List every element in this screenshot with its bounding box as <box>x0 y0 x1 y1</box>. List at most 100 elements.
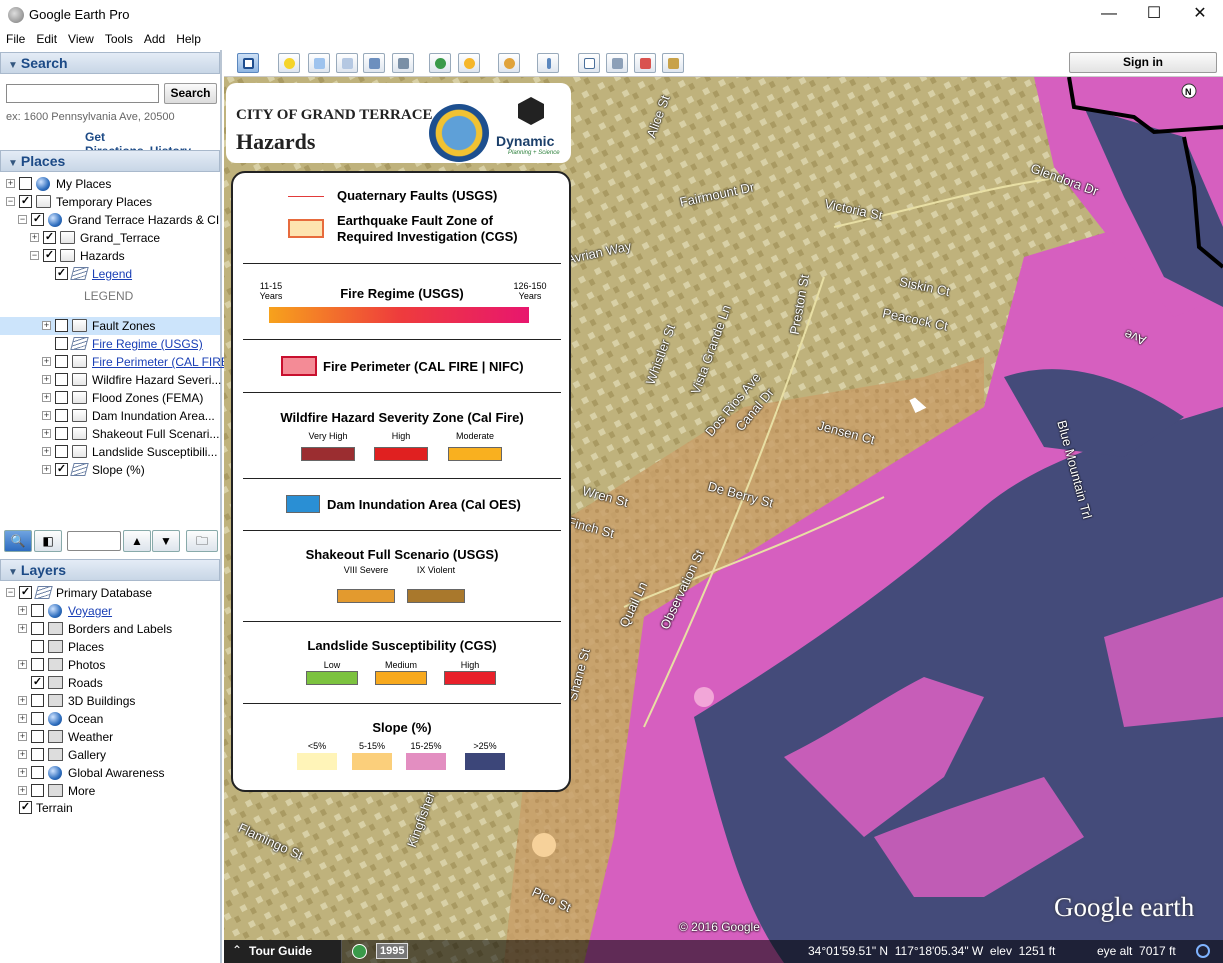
places-item[interactable]: + Fire Perimeter (CAL FIRE <box>0 353 229 371</box>
visibility-checkbox[interactable] <box>31 658 44 671</box>
move-down-button[interactable]: ▼ <box>152 530 180 552</box>
visibility-checkbox[interactable] <box>55 445 68 458</box>
expand-icon[interactable]: + <box>18 660 27 669</box>
search-input[interactable] <box>6 84 159 103</box>
places-item[interactable]: + My Places <box>0 175 220 193</box>
visibility-checkbox[interactable] <box>55 337 68 350</box>
historical-imagery-button[interactable] <box>429 53 451 73</box>
layers-panel-header[interactable]: ▼ Layers <box>0 559 220 581</box>
expand-icon[interactable]: + <box>18 624 27 633</box>
visibility-checkbox[interactable] <box>19 177 32 190</box>
add-placemark-button[interactable] <box>278 53 300 73</box>
add-path-button[interactable] <box>336 53 358 73</box>
record-tour-button[interactable] <box>392 53 414 73</box>
menu-file[interactable]: File <box>0 30 30 46</box>
layers-item[interactable]: + Voyager <box>0 602 220 620</box>
visibility-checkbox[interactable]: ✓ <box>19 586 32 599</box>
search-button[interactable]: Search <box>164 83 217 104</box>
add-polygon-button[interactable] <box>308 53 330 73</box>
expand-icon[interactable]: + <box>30 233 39 242</box>
visibility-checkbox[interactable] <box>31 622 44 635</box>
collapse-icon[interactable]: − <box>18 215 27 224</box>
visibility-checkbox[interactable] <box>31 730 44 743</box>
places-item[interactable]: Fire Regime (USGS) <box>0 335 220 353</box>
historical-clock-icon[interactable] <box>352 944 367 959</box>
search-panel-header[interactable]: ▼ Search <box>0 52 220 74</box>
menu-view[interactable]: View <box>62 30 99 46</box>
expand-icon[interactable]: + <box>42 393 51 402</box>
expand-icon[interactable]: + <box>18 750 27 759</box>
places-item[interactable]: − ✓ Grand Terrace Hazards & CI <box>0 211 220 229</box>
visibility-checkbox[interactable] <box>55 319 68 332</box>
places-item[interactable]: + ✓ Slope (%) <box>0 461 220 479</box>
save-image-button[interactable] <box>662 53 684 73</box>
menu-tools[interactable]: Tools <box>99 30 138 46</box>
places-item[interactable]: + Dam Inundation Area... <box>0 407 220 425</box>
places-item[interactable]: + Wildfire Hazard Severi... <box>0 371 221 389</box>
ruler-button[interactable] <box>537 53 559 73</box>
expand-icon[interactable]: + <box>18 714 27 723</box>
expand-icon[interactable]: + <box>18 768 27 777</box>
visibility-checkbox[interactable] <box>55 373 68 386</box>
visibility-checkbox[interactable] <box>31 766 44 779</box>
toggle-panel-button[interactable]: ◧ <box>34 530 62 552</box>
menu-add[interactable]: Add <box>138 30 170 46</box>
places-filter-input[interactable] <box>67 531 121 551</box>
add-image-overlay-button[interactable] <box>363 53 385 73</box>
places-item[interactable]: ✓ Legend <box>0 265 220 283</box>
layers-item[interactable]: + Borders and Labels <box>0 620 220 638</box>
expand-icon[interactable]: + <box>42 375 51 384</box>
expand-icon[interactable]: + <box>18 696 27 705</box>
expand-icon[interactable]: + <box>42 321 51 330</box>
expand-icon[interactable]: + <box>18 786 27 795</box>
places-panel-header[interactable]: ▼ Places <box>0 150 220 172</box>
places-item[interactable]: + Flood Zones (FEMA) <box>0 389 220 407</box>
visibility-checkbox[interactable]: ✓ <box>55 267 68 280</box>
sunlight-button[interactable] <box>458 53 480 73</box>
search-places-button[interactable]: 🔍 <box>4 530 32 552</box>
places-item[interactable]: − ✓ Temporary Places <box>0 193 220 211</box>
places-item[interactable]: + ✓ Grand_Terrace <box>0 229 220 247</box>
collapse-icon[interactable]: − <box>30 251 39 260</box>
layers-item[interactable]: ✓ Terrain <box>0 799 220 817</box>
expand-icon[interactable]: + <box>42 465 51 474</box>
visibility-checkbox[interactable]: ✓ <box>19 801 32 814</box>
places-item[interactable]: LEGEND <box>0 283 220 311</box>
layers-item[interactable]: + More <box>0 782 220 800</box>
layers-item[interactable]: + Weather <box>0 728 220 746</box>
collapse-icon[interactable]: − <box>6 588 15 597</box>
minimize-button[interactable]: — <box>1086 3 1132 27</box>
layers-item[interactable]: + Ocean <box>0 710 220 728</box>
layers-item[interactable]: +3D Buildings <box>0 692 220 710</box>
places-item[interactable]: + Fault Zones <box>0 317 220 335</box>
visibility-checkbox[interactable]: ✓ <box>55 463 68 476</box>
places-item[interactable]: + Shakeout Full Scenari... <box>0 425 220 443</box>
layers-item[interactable]: − ✓ Primary Database <box>0 584 220 602</box>
layers-item[interactable]: ✓ Roads <box>0 674 220 692</box>
menu-help[interactable]: Help <box>170 30 206 46</box>
tour-guide-button[interactable]: ⌃ Tour Guide <box>224 940 342 963</box>
planets-button[interactable] <box>498 53 520 73</box>
layers-item[interactable]: + Global Awareness <box>0 764 220 782</box>
expand-icon[interactable]: + <box>42 411 51 420</box>
maximize-button[interactable]: ☐ <box>1131 3 1177 27</box>
visibility-checkbox[interactable] <box>31 712 44 725</box>
visibility-checkbox[interactable] <box>31 748 44 761</box>
visibility-checkbox[interactable]: ✓ <box>19 195 32 208</box>
sidebar-toggle-button[interactable] <box>237 53 259 73</box>
places-item[interactable]: + Landslide Susceptibili... <box>0 443 220 461</box>
print-button[interactable] <box>606 53 628 73</box>
visibility-checkbox[interactable] <box>31 640 44 653</box>
layers-item[interactable]: + Gallery <box>0 746 220 764</box>
expand-icon[interactable]: + <box>18 606 27 615</box>
visibility-checkbox[interactable] <box>31 784 44 797</box>
visibility-checkbox[interactable] <box>55 427 68 440</box>
email-button[interactable] <box>578 53 600 73</box>
visibility-checkbox[interactable] <box>55 391 68 404</box>
visibility-checkbox[interactable] <box>55 409 68 422</box>
expand-icon[interactable]: + <box>42 447 51 456</box>
expand-icon[interactable]: + <box>42 357 51 366</box>
collapse-icon[interactable]: − <box>6 197 15 206</box>
visibility-checkbox[interactable] <box>31 694 44 707</box>
visibility-checkbox[interactable]: ✓ <box>43 231 56 244</box>
